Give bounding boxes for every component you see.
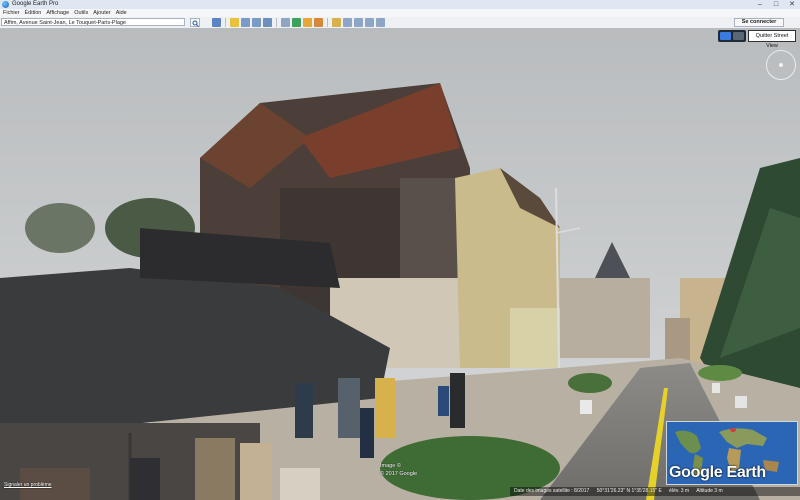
navigation-compass-icon[interactable] [766,50,796,80]
record-tour-icon[interactable] [281,18,290,27]
add-path-icon[interactable] [252,18,261,27]
copyright-line-1: Image © [380,463,401,469]
sunlight-icon[interactable] [303,18,312,27]
close-button[interactable]: ✕ [784,0,800,9]
pegman-icon[interactable] [720,32,731,40]
menu-bar: Fichier Édition Affichage Outils Ajouter… [0,9,800,17]
planets-icon[interactable] [314,18,323,27]
imagery-copyright: Image © © 2017 Google [380,462,417,478]
report-problem-link[interactable]: Signaler un problème [4,482,52,488]
save-image-icon[interactable] [365,18,374,27]
print-icon[interactable] [354,18,363,27]
google-earth-logo: Google Earth [669,464,766,481]
search-button[interactable] [190,18,200,27]
coordinates-readout: 50°31'26.23" N 1°35'28.15" E [596,488,662,494]
toolbar-separator [225,18,226,27]
window-controls: – □ ✕ [752,0,800,9]
overview-map[interactable]: Google Earth [666,421,798,485]
menu-add[interactable]: Ajouter [90,9,112,17]
exit-street-view-button[interactable]: Quitter Street View [748,30,796,49]
elevation-readout: élév. 3 m [669,488,690,494]
sign-in-button[interactable]: Se connecter [734,18,784,27]
window-title: Google Earth Pro [12,1,59,7]
toolbar-separator [276,18,277,27]
view-in-maps-icon[interactable] [376,18,385,27]
add-polygon-icon[interactable] [241,18,250,27]
altitude-readout: Altitude 3 m [696,488,723,494]
ruler-icon[interactable] [332,18,341,27]
ground-view-icon[interactable] [733,32,744,40]
menu-view[interactable]: Affichage [43,9,71,17]
menu-tools[interactable]: Outils [71,9,90,17]
street-view-viewport[interactable]: Quitter Street View Image © © 2017 Googl… [0,28,800,500]
copyright-line-2: © 2017 Google [380,471,418,477]
historical-imagery-icon[interactable] [292,18,301,27]
search-input[interactable]: Affim, Avenue Saint-Jean, Le Touquet-Par… [1,18,185,26]
add-image-overlay-icon[interactable] [263,18,272,27]
menu-file[interactable]: Fichier [0,9,22,17]
menu-edit[interactable]: Édition [22,9,44,17]
sidebar-toggle-icon[interactable] [212,18,221,27]
toolbar-separator [327,18,328,27]
maximize-button[interactable]: □ [768,0,784,9]
minimize-button[interactable]: – [752,0,768,9]
email-icon[interactable] [343,18,352,27]
status-bar: Date des images satellite : 8/2017 50°31… [510,487,800,496]
location-marker-icon [730,428,736,432]
add-placemark-icon[interactable] [230,18,239,27]
menu-help[interactable]: Aide [113,9,129,17]
toolbar-icons [212,18,387,27]
google-earth-app-icon [2,1,9,8]
street-view-mode-toggle[interactable] [718,30,746,42]
imagery-date: Date des images satellite : 8/2017 [514,488,590,494]
search-icon [192,20,199,27]
